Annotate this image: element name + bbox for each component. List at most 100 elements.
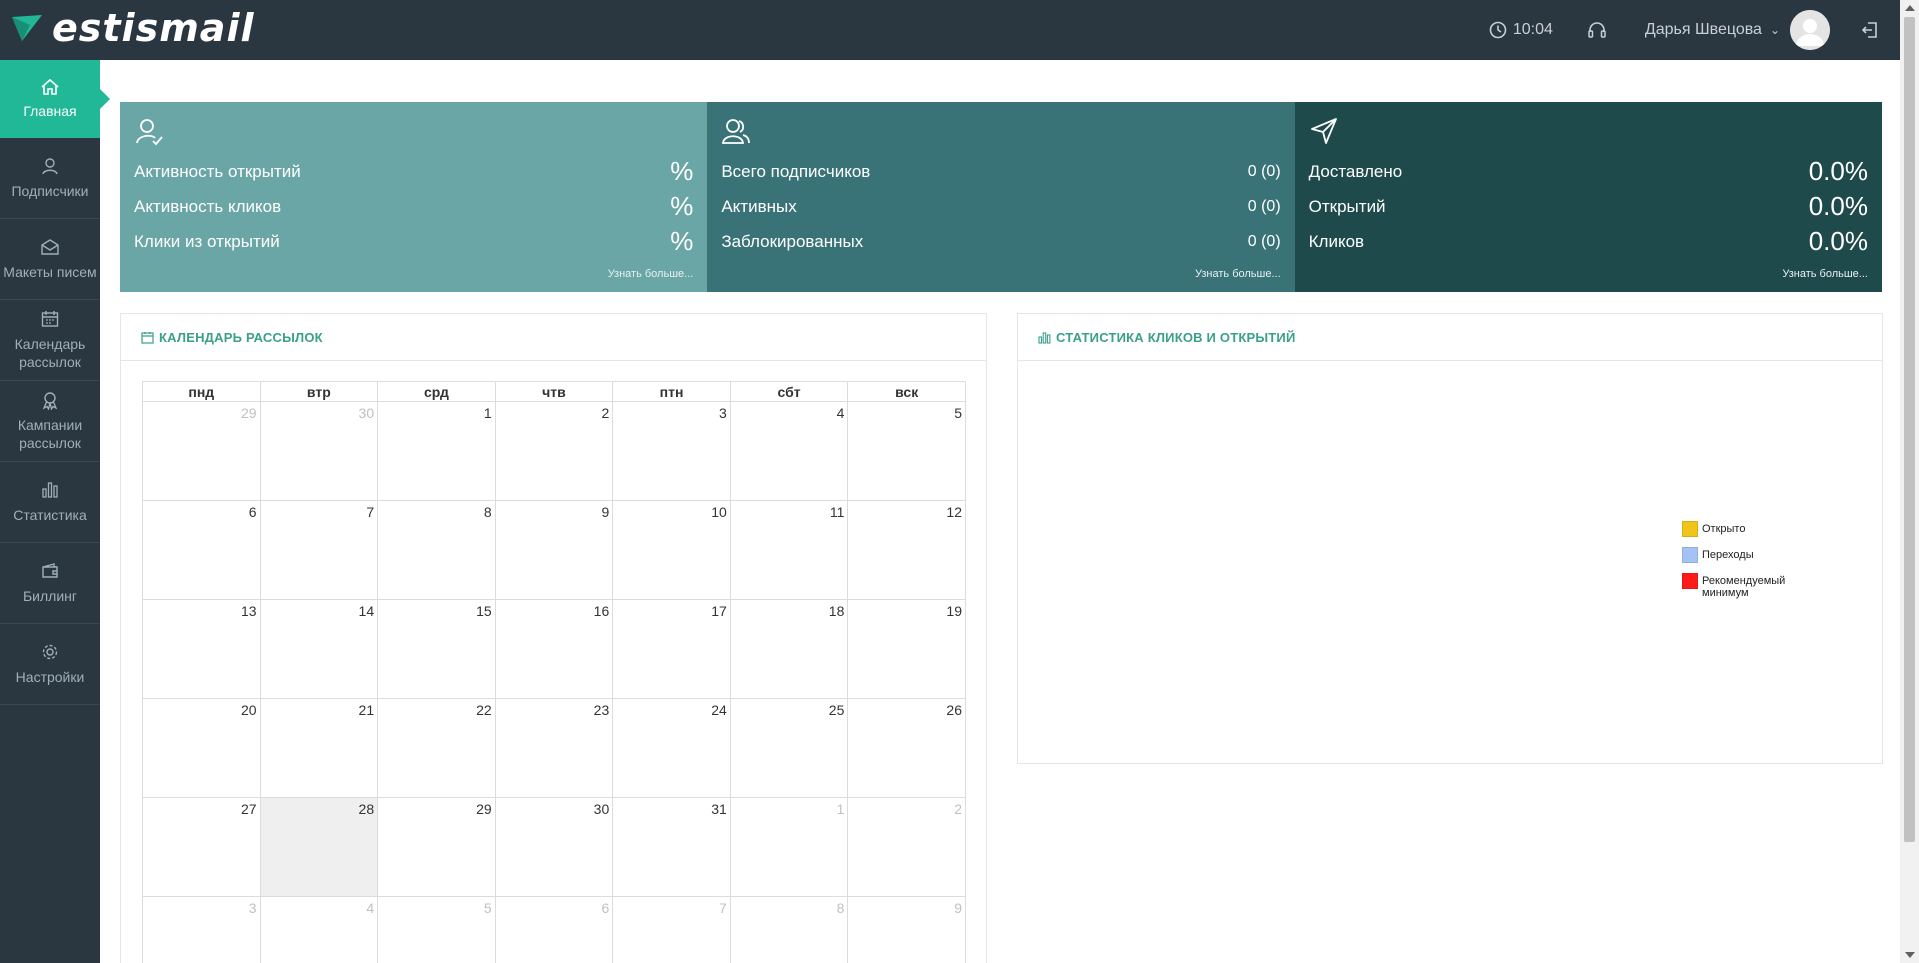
calendar-day[interactable]: 5 [847,401,966,501]
calendar-day[interactable]: 29 [142,401,261,501]
stat-label: Открытий [1308,196,1386,216]
calendar-day[interactable]: 14 [259,599,379,699]
calendar-week: 27 28 29 30 31 1 2 [142,797,966,897]
legend-item[interactable]: Открыто [1682,521,1812,537]
stat-value: % [670,191,694,221]
calendar-icon [41,311,59,327]
calendar-day[interactable]: 12 [847,500,966,600]
calendar-day[interactable]: 10 [612,500,731,600]
learn-more-link[interactable]: Узнать больше... [1782,268,1868,280]
user-name: Дарья Швецова [1644,21,1762,38]
calendar-day[interactable]: 22 [377,698,496,798]
calendar-day[interactable]: 17 [612,599,731,699]
top-bar: estismail 10:04 Дарья Швецова ⌄ [0,0,1900,60]
stat-row: Активных 0 (0) [721,189,1280,224]
calendar-day[interactable]: 5 [377,896,496,963]
calendar-day[interactable]: 23 [494,698,614,798]
calendar-day-today[interactable]: 28 [259,797,379,897]
tile-delivery: Доставлено 0.0% Открытий 0.0% Кликов 0.0… [1294,102,1882,292]
stat-label: Всего подписчиков [721,161,871,181]
calendar-day[interactable]: 2 [847,797,966,897]
sidebar-item-label: Статистика [13,507,87,523]
calendar-day[interactable]: 15 [377,599,496,699]
sidebar-item-templates[interactable]: Макеты писем [0,219,100,300]
clock-time: 10:04 [1512,21,1553,38]
calendar-day[interactable]: 7 [259,500,379,600]
bar-chart-icon [1038,331,1051,344]
stat-row: Активность кликов % [134,189,693,224]
calendar-day[interactable]: 6 [494,896,614,963]
sidebar-item-statistics[interactable]: Статистика [0,462,100,543]
weekday-header: птн [612,381,731,402]
scroll-up-arrow-icon[interactable] [1905,5,1915,11]
calendar-day[interactable]: 11 [729,500,849,600]
calendar-day[interactable]: 29 [377,797,496,897]
sidebar-item-label: Макеты писем [3,264,97,280]
stat-value: % [670,156,694,186]
calendar-day[interactable]: 7 [612,896,731,963]
logo-mark-icon [12,15,42,41]
weekday-header: срд [377,381,496,402]
calendar-week: 6 7 8 9 10 11 12 [142,500,966,600]
logo[interactable]: estismail [10,4,255,52]
learn-more-link[interactable]: Узнать больше... [1195,268,1281,280]
calendar-day[interactable]: 4 [259,896,379,963]
sidebar-item-label: Подписчики [11,183,89,199]
support-button[interactable] [1587,21,1607,39]
calendar-day[interactable]: 30 [259,401,379,501]
stats-title: СТАТИСТИКА КЛИКОВ И ОТКРЫТИЙ [1056,329,1296,345]
user-menu[interactable]: Дарья Швецова ⌄ [1645,21,1780,39]
stat-value: 0 (0) [1247,162,1281,180]
sidebar-item-home[interactable]: Главная [0,60,110,138]
learn-more-link[interactable]: Узнать больше... [608,268,694,280]
tile-activity: Активность открытий % Активность кликов … [120,102,708,292]
stat-value: 0.0% [1808,191,1868,221]
scrollbar-thumb[interactable] [1904,17,1915,842]
calendar-day[interactable]: 4 [729,401,849,501]
calendar-day[interactable]: 19 [847,599,966,699]
legend-item[interactable]: Рекомендуемый минимум [1682,573,1812,599]
calendar-day[interactable]: 25 [729,698,849,798]
calendar-day[interactable]: 13 [142,599,261,699]
logout-button[interactable] [1860,20,1880,40]
sidebar-item-label: Настройки [15,669,85,685]
scroll-down-arrow-icon[interactable] [1905,952,1915,958]
calendar-day[interactable]: 1 [729,797,849,897]
calendar-day[interactable]: 2 [494,401,614,501]
calendar-day[interactable]: 27 [142,797,261,897]
calendar-day[interactable]: 31 [612,797,731,897]
calendar-day[interactable]: 16 [494,599,614,699]
weekday-header: втр [259,381,379,402]
calendar-day[interactable]: 26 [847,698,966,798]
stat-value: 0.0% [1808,226,1868,256]
calendar-week: 3 4 5 6 7 8 9 [142,896,966,963]
sidebar-item-settings[interactable]: Настройки [0,624,100,705]
tile-subscribers: Всего подписчиков 0 (0) Активных 0 (0) З… [707,102,1295,292]
calendar-day[interactable]: 8 [377,500,496,600]
calendar-day[interactable]: 9 [847,896,966,963]
calendar-day[interactable]: 30 [494,797,614,897]
calendar-day[interactable]: 24 [612,698,731,798]
avatar[interactable] [1790,10,1830,50]
calendar-day[interactable]: 3 [612,401,731,501]
calendar-day[interactable]: 9 [494,500,614,600]
calendar-day[interactable]: 18 [729,599,849,699]
stat-row: Доставлено 0.0% [1309,154,1868,189]
sidebar-item-calendar[interactable]: Календарь рассылок [0,300,100,381]
calendar-day[interactable]: 6 [142,500,261,600]
sidebar-item-billing[interactable]: Биллинг [0,543,100,624]
legend-label: Рекомендуемый минимум [1702,575,1786,599]
calendar-day[interactable]: 1 [377,401,496,501]
legend-item[interactable]: Переходы [1682,547,1812,563]
stat-label: Доставлено [1308,161,1403,181]
calendar-day[interactable]: 20 [142,698,261,798]
calendar-day[interactable]: 3 [142,896,261,963]
page-scrollbar[interactable] [1900,0,1919,963]
calendar-day[interactable]: 8 [729,896,849,963]
wallet-icon [42,563,58,578]
calendar-week: 13 14 15 16 17 18 19 [142,599,966,699]
sidebar-item-campaigns[interactable]: Кампании рассылок [0,381,100,462]
calendar-day[interactable]: 21 [259,698,379,798]
sidebar-item-subscribers[interactable]: Подписчики [0,138,100,219]
clock: 10:04 [1489,21,1553,39]
